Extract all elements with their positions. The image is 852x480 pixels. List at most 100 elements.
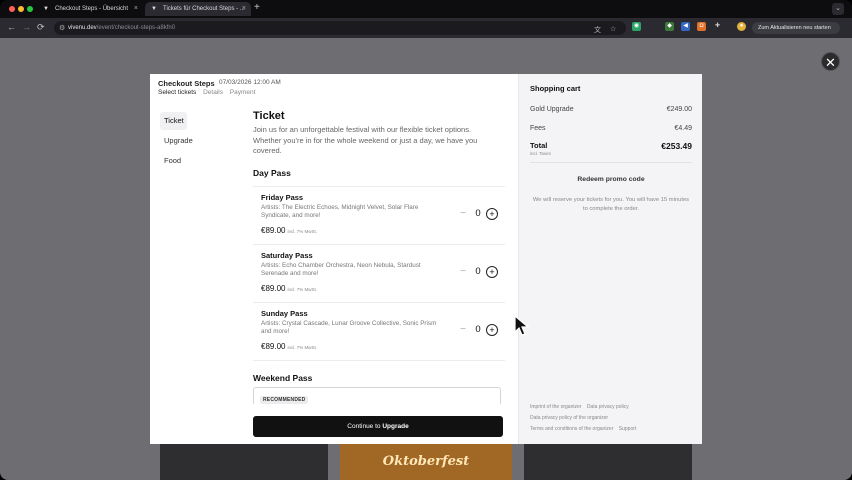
price-value: €89.00 — [261, 225, 286, 235]
checkout-modal: Checkout Steps 07/03/2026 12:00 AM Selec… — [150, 74, 702, 444]
tab-title: Tickets für Checkout Steps - ... — [163, 6, 245, 12]
link-support[interactable]: Support — [619, 426, 637, 432]
back-button[interactable]: ← — [7, 22, 16, 32]
increase-quantity-button[interactable]: + — [486, 207, 498, 220]
cart-line-item: Gold Upgrade €249.00 — [530, 106, 692, 113]
total-taxes-note: incl. Taxes — [530, 151, 551, 156]
continue-target: Upgrade — [382, 423, 409, 430]
category-nav: Ticket Upgrade Food — [160, 112, 240, 172]
step-payment[interactable]: Payment — [230, 89, 256, 96]
tab-title: Checkout Steps - Übersicht — [55, 6, 129, 12]
nav-item-upgrade[interactable]: Upgrade — [160, 132, 240, 150]
link-privacy-policy[interactable]: Data privacy policy — [587, 404, 629, 410]
ticket-price: €89.00 incl. 7% MwSt. — [261, 284, 317, 293]
ticket-item-saturday: Saturday Pass Artists: Echo Chamber Orch… — [253, 245, 505, 303]
footer-links: Imprint of the organizer Data privacy po… — [530, 402, 696, 435]
decrease-quantity-button[interactable]: − — [457, 266, 469, 278]
background-event-image — [160, 444, 328, 480]
tax-note: incl. 7% MwSt. — [287, 344, 317, 350]
extension-rss-icon[interactable]: ◘ — [697, 22, 706, 31]
browser-tab-tickets[interactable]: ▼ Tickets für Checkout Steps - ... × — [145, 2, 251, 16]
ticket-item-friday: Friday Pass Artists: The Electric Echoes… — [253, 187, 505, 245]
address-bar[interactable]: ⚙ vivenu.dev/event/checkout-steps-a8kfn0… — [54, 21, 626, 35]
cart-title: Shopping cart — [530, 84, 581, 93]
redeem-promo-link[interactable]: Redeem promo code — [530, 176, 692, 183]
quantity-stepper: − 0 + — [457, 207, 499, 222]
modal-header: Checkout Steps 07/03/2026 12:00 AM Selec… — [150, 74, 520, 100]
increase-quantity-button[interactable]: + — [486, 323, 498, 336]
extension-blue-icon[interactable]: ◀ — [681, 22, 690, 31]
event-date: 07/03/2026 12:00 AM — [219, 79, 281, 86]
extension-leaf-icon[interactable]: ◆ — [665, 22, 674, 31]
cart-item-label: Fees — [530, 125, 546, 132]
extension-green-icon[interactable]: ◉ — [632, 22, 641, 31]
tab-close-icon[interactable]: × — [134, 5, 138, 12]
cart-item-amount: €249.00 — [666, 106, 692, 113]
site-info-icon[interactable]: ⚙ — [59, 24, 65, 32]
update-restart-button[interactable]: Zum Aktualisieren neu starten — [752, 22, 840, 34]
price-value: €89.00 — [261, 283, 286, 293]
close-modal-button[interactable]: ✕ — [821, 52, 840, 71]
step-details[interactable]: Details — [203, 89, 223, 96]
section-title: Ticket — [253, 110, 285, 122]
total-amount: €253.49 — [661, 141, 692, 151]
tab-search-button[interactable]: ⌄ — [832, 3, 844, 15]
link-organizer-privacy[interactable]: Data privacy policy of the organizer — [530, 415, 608, 421]
forward-button[interactable]: → — [22, 22, 31, 32]
decrease-quantity-button[interactable]: − — [457, 208, 469, 220]
ticket-name: Saturday Pass — [261, 250, 313, 260]
new-tab-button[interactable]: + — [254, 2, 260, 13]
url-path: /event/checkout-steps-a8kfn0 — [96, 25, 176, 31]
event-title: Checkout Steps — [158, 79, 215, 88]
window-close-dot[interactable] — [9, 6, 15, 12]
browser-tab-overview[interactable]: ▼ Checkout Steps - Übersicht × — [37, 2, 143, 16]
extensions-puzzle-icon[interactable]: ✚ — [713, 22, 722, 31]
url-host: vivenu.dev — [68, 25, 97, 31]
checkout-steps: Select tickets Details Payment — [158, 89, 260, 96]
cart-divider — [530, 162, 692, 163]
reload-button[interactable]: ⟳ — [37, 22, 45, 33]
continue-prefix: Continue to — [347, 423, 381, 430]
increase-quantity-button[interactable]: + — [486, 265, 498, 278]
cart-item-amount: €4.49 — [674, 125, 692, 132]
tab-strip: ▼ Checkout Steps - Übersicht × ▼ Tickets… — [0, 0, 852, 18]
cart-total: Total €253.49 incl. Taxes — [530, 141, 692, 156]
browser-window: ▼ Checkout Steps - Übersicht × ▼ Tickets… — [0, 0, 852, 480]
ticket-name: Friday Pass — [261, 192, 304, 202]
quantity-value: 0 — [475, 207, 481, 219]
profile-avatar-icon[interactable]: ● — [737, 22, 746, 31]
vivenu-favicon-icon: ▼ — [151, 6, 157, 12]
browser-toolbar: ← → ⟳ ⚙ vivenu.dev/event/checkout-steps-… — [0, 18, 852, 38]
ticket-artists: Artists: Crystal Cascade, Lunar Groove C… — [261, 319, 437, 336]
window-zoom-dot[interactable] — [27, 6, 33, 12]
quantity-value: 0 — [475, 323, 481, 335]
tax-note: incl. 7% MwSt. — [287, 286, 317, 292]
background-event-image — [524, 444, 692, 480]
shopping-cart-panel: Shopping cart Gold Upgrade €249.00 Fees … — [518, 74, 702, 444]
background-event-image-oktoberfest: Oktoberfest — [340, 444, 512, 480]
mouse-pointer-icon — [514, 315, 530, 336]
ticket-name: Sunday Pass — [261, 308, 308, 318]
nav-item-food[interactable]: Food — [160, 152, 240, 170]
bookmark-star-icon[interactable]: ☆ — [610, 25, 616, 33]
window-minimize-dot[interactable] — [18, 6, 24, 12]
page-viewport: Oktoberfest ✕ Checkout Steps 07/03/2026 … — [0, 38, 852, 480]
day-pass-list: Friday Pass Artists: The Electric Echoes… — [253, 185, 505, 361]
ticket-artists: Artists: Echo Chamber Orchestra, Neon Ne… — [261, 261, 421, 278]
ticket-artists: Artists: The Electric Echoes, Midnight V… — [261, 203, 419, 220]
translate-icon[interactable]: 文 — [594, 25, 601, 35]
weekend-pass-card[interactable]: RECOMMENDED — [253, 386, 501, 404]
continue-button[interactable]: Continue to Upgrade — [253, 416, 503, 437]
cart-item-label: Gold Upgrade — [530, 106, 574, 113]
cart-line-item: Fees €4.49 — [530, 125, 692, 132]
ticket-price: €89.00 incl. 7% MwSt. — [261, 342, 317, 351]
vivenu-favicon-icon: ▼ — [43, 6, 49, 12]
quantity-stepper: − 0 + — [457, 323, 499, 338]
tab-close-icon[interactable]: × — [242, 5, 246, 12]
step-select-tickets[interactable]: Select tickets — [158, 89, 196, 96]
link-terms[interactable]: Terms and conditions of the organizer — [530, 426, 613, 432]
section-intro: Join us for an unforgettable festival wi… — [253, 125, 478, 155]
link-imprint[interactable]: Imprint of the organizer — [530, 404, 581, 410]
nav-item-ticket[interactable]: Ticket — [160, 112, 187, 130]
decrease-quantity-button[interactable]: − — [457, 324, 469, 336]
